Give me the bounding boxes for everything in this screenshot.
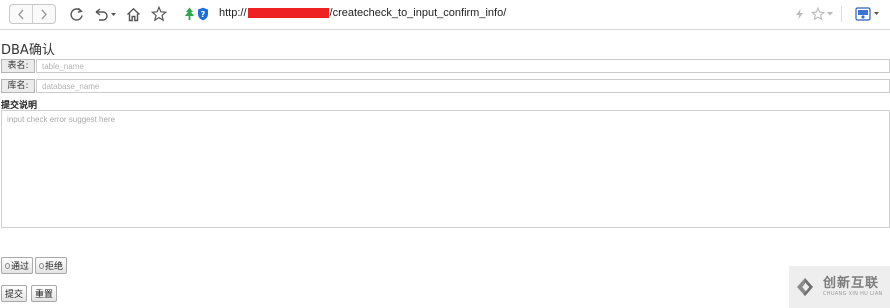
submit-button[interactable]: 提交 [1,285,27,302]
home-icon [126,7,140,21]
approve-button[interactable]: 通过 [1,257,33,274]
reload-icon [69,7,83,21]
reset-label: 重置 [35,290,54,300]
database-name-label: 库名: [1,79,35,93]
lightning-icon [795,8,803,20]
table-name-label: 表名: [1,59,35,73]
url-prefix: http:// [219,7,247,19]
extension-button[interactable] [855,5,881,23]
toolbar-divider [840,5,842,23]
approve-label: 通过 [10,262,29,272]
reload-button[interactable] [67,5,85,23]
url-redaction [247,8,329,18]
watermark-cn: 创新互联 [823,276,880,291]
reject-button[interactable]: 拒绝 [35,257,67,274]
lightning-button[interactable] [793,5,805,23]
chevron-right-icon [41,9,47,19]
nav-buttons [9,4,56,24]
forward-button[interactable] [32,5,55,23]
submit-label: 提交 [5,290,24,300]
radio-circle-icon [39,262,44,269]
undo-icon [95,7,116,21]
shield-icon[interactable]: ? [197,5,209,23]
url-path: /createcheck_to_input_confirm_info/ [329,7,507,19]
back-button[interactable] [10,5,32,23]
table-name-row: 表名: [0,59,890,73]
extension-icon [855,7,879,21]
favorite-button[interactable] [150,5,168,23]
radio-circle-icon [5,262,10,269]
reject-label: 拒绝 [44,262,63,272]
star-outline-icon [811,7,825,21]
chevron-down-icon [827,12,833,16]
bookmark-dropdown[interactable] [825,5,835,23]
database-name-row: 库名: [0,79,890,93]
reset-button[interactable]: 重置 [31,285,57,302]
remark-textarea[interactable] [1,110,890,228]
database-name-input[interactable] [36,79,890,93]
browser-toolbar: ? http:// /createcheck_to_input_confirm_… [0,0,890,30]
watermark-en: CHUANG XIN HU LIAN [823,291,883,297]
table-name-input[interactable] [36,59,890,73]
address-bar[interactable]: http:// /createcheck_to_input_confirm_in… [219,7,506,19]
page-title: DBA确认 [1,43,55,58]
logo-icon [797,278,813,296]
svg-text:?: ? [201,10,206,19]
chevron-left-icon [18,9,24,19]
undo-button[interactable] [93,5,117,23]
home-button[interactable] [124,5,142,23]
tree-icon [184,5,195,23]
watermark: 创新互联 CHUANG XIN HU LIAN [789,266,890,308]
star-icon [151,6,167,22]
